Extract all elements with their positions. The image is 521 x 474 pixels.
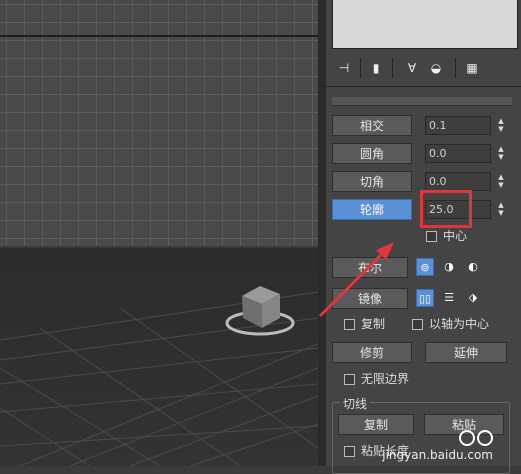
center-checkbox-box[interactable] — [426, 231, 437, 242]
cube-object[interactable] — [242, 286, 280, 328]
chamfer-spinner[interactable]: ▲ ▼ — [496, 173, 506, 190]
watermark-text: jingyan.baidu.com — [382, 448, 493, 462]
about-pivot-checkbox[interactable]: 以轴为中心 — [412, 316, 489, 334]
extend-button[interactable]: 延伸 — [425, 342, 507, 363]
mirror-vertical-icon[interactable]: ☰ — [440, 289, 458, 307]
chamfer-button[interactable]: 切角 — [332, 171, 412, 192]
center-checkbox-label: 中心 — [443, 229, 468, 243]
rollout-separator — [326, 86, 521, 87]
about-pivot-checkbox-label: 以轴为中心 — [429, 317, 490, 331]
copy-checkbox-box[interactable] — [344, 319, 355, 330]
infinite-bounds-checkbox[interactable]: 无限边界 — [344, 371, 409, 389]
annotation-arrow — [318, 242, 394, 318]
outline-highlight-box — [420, 190, 472, 228]
intersect-spinner[interactable]: ▲ ▼ — [496, 117, 506, 134]
toolbar-separator — [392, 58, 393, 78]
perspective-viewport[interactable] — [0, 248, 318, 466]
funnel-icon[interactable]: ∀ — [404, 60, 420, 76]
tangent-copy-button[interactable]: 复制 — [338, 414, 414, 435]
paste-length-checkbox-box[interactable] — [344, 446, 355, 457]
fillet-button[interactable]: 圆角 — [332, 143, 412, 164]
modifier-stack-icon[interactable]: ▮ — [368, 60, 384, 76]
fillet-input[interactable]: 0.0 — [425, 144, 491, 163]
tangent-group-label: 切线 — [340, 395, 371, 412]
viewport-axis-line — [0, 35, 318, 37]
about-pivot-checkbox-box[interactable] — [412, 319, 423, 330]
outline-spinner[interactable]: ▲ ▼ — [496, 201, 506, 218]
outline-button[interactable]: 轮廓 — [332, 199, 412, 220]
mirror-both-icon[interactable]: ⬗ — [464, 289, 482, 307]
union-icon[interactable]: ⊚ — [416, 258, 434, 276]
baidu-logo-icon — [459, 430, 493, 446]
lock-icon[interactable]: ◒ — [428, 60, 444, 76]
rollout-header[interactable] — [332, 97, 512, 106]
subtract-icon[interactable]: ◑ — [440, 258, 458, 276]
trim-button[interactable]: 修剪 — [332, 342, 412, 363]
intersect-button[interactable]: 相交 — [332, 115, 412, 136]
pin-icon[interactable]: ⊣ — [336, 60, 352, 76]
fillet-spinner[interactable]: ▲ ▼ — [496, 145, 506, 162]
center-checkbox[interactable]: 中心 — [426, 228, 467, 246]
perspective-scene — [0, 286, 318, 466]
infinite-bounds-checkbox-label: 无限边界 — [361, 372, 410, 386]
intersect-input[interactable]: 0.1 — [425, 116, 491, 135]
toolbar-separator — [455, 58, 456, 78]
infinite-bounds-checkbox-box[interactable] — [344, 374, 355, 385]
modifier-stack-list[interactable] — [332, 0, 518, 49]
viewport-divider — [318, 0, 326, 466]
toolbar-separator — [360, 58, 361, 78]
chamfer-input[interactable]: 0.0 — [425, 172, 491, 191]
intersect-icon[interactable]: ◐ — [464, 258, 482, 276]
configure-icon[interactable]: ▦ — [464, 60, 480, 76]
mirror-horizontal-icon[interactable]: ▯▯ — [416, 289, 434, 307]
